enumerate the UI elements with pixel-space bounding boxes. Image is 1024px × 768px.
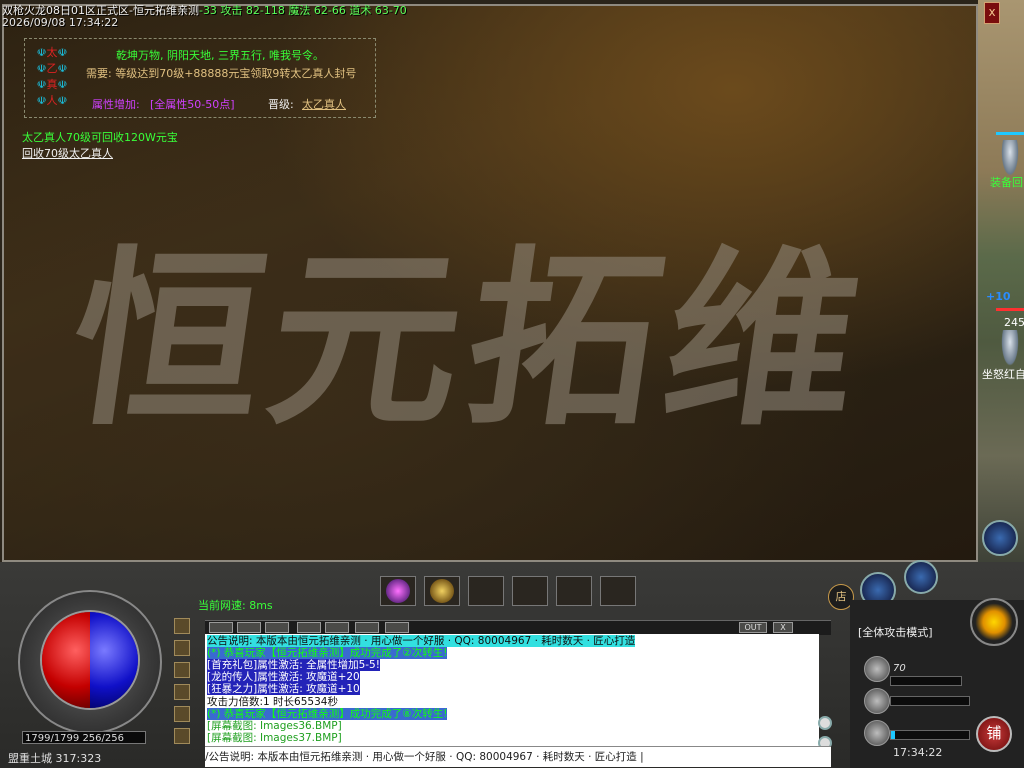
- chat-line: (*) 恭喜玩家【恒元拓维亲测】成功完成了⑧次转生!: [207, 708, 448, 720]
- emblem-glyph-icon: ☫: [36, 78, 47, 91]
- chat-tool-button[interactable]: [385, 622, 409, 633]
- chat-line: (*) 恭喜玩家【恒元拓维亲测】成功完成了②次转生!: [207, 647, 448, 659]
- title-emblem: ☫太☫ ☫乙☫ ☫真☫ ☫人☫: [32, 44, 72, 110]
- chat-channel-button[interactable]: [174, 618, 190, 634]
- recycle-link[interactable]: 回收70级太乙真人: [22, 145, 113, 161]
- mp-orb-half: [90, 612, 138, 708]
- banner-calligraphy: 恒元拓维: [57, 228, 882, 451]
- experience-bar: [890, 696, 970, 706]
- level-bar: [890, 676, 962, 686]
- emblem-glyph-icon: ☫: [57, 94, 68, 107]
- chat-line: [首充礼包]属性激活: 全属性增加5-5!: [207, 659, 380, 671]
- quick-slot-2[interactable]: [424, 576, 460, 606]
- chat-channel-button[interactable]: [174, 706, 190, 722]
- chat-line: 公告说明: 本版本由恒元拓维亲测 · 用心做一个好服 · QQ: 8000496…: [207, 635, 636, 647]
- shop-button[interactable]: 铺: [976, 716, 1012, 752]
- emblem-glyph-icon: ☫: [57, 46, 68, 59]
- quick-slot-3[interactable]: [468, 576, 504, 606]
- level-icon[interactable]: [864, 656, 890, 682]
- player-figure[interactable]: [1000, 330, 1020, 370]
- character-stats: -33 攻击 82-118 魔法 62-66 道术 63-70: [198, 4, 407, 17]
- chat-line: 攻击力倍数:1 时长65534秒: [207, 696, 338, 708]
- experience-icon[interactable]: [864, 688, 890, 714]
- date-time: 2026/09/08 17:34:22: [2, 16, 119, 29]
- weight-bar: [890, 730, 970, 740]
- chat-line: [屏幕截图: Images37.BMP]: [207, 732, 342, 744]
- attr-value: [全属性50-50点]: [150, 98, 235, 111]
- quick-slot-6[interactable]: [600, 576, 636, 606]
- weight-icon[interactable]: [864, 720, 890, 746]
- net-speed: 当前网速: 8ms: [198, 599, 273, 612]
- quick-slot-5[interactable]: [556, 576, 592, 606]
- emblem-char: 太: [46, 46, 58, 59]
- promote-link[interactable]: 太乙真人: [302, 96, 346, 112]
- emblem-char: 人: [46, 94, 58, 107]
- close-button[interactable]: x: [984, 2, 1000, 24]
- player-level: 70: [893, 663, 906, 674]
- hp-mp-orb: [40, 610, 140, 710]
- attr-label: 属性增加:: [92, 98, 140, 111]
- chat-scroll-up-icon[interactable]: [818, 716, 832, 730]
- chat-line: [屏幕截图: Images36.BMP]: [207, 720, 342, 732]
- chat-line: [狂暴之力]属性激活: 攻魔道+10: [207, 683, 360, 695]
- recycle-note: 太乙真人70级可回收120W元宝: [22, 131, 178, 144]
- chat-line: [龙的传人]属性激活: 攻魔道+20: [207, 671, 360, 683]
- chat-input[interactable]: /公告说明: 本版本由恒元拓维亲测 · 用心做一个好服 · QQ: 800049…: [205, 746, 831, 767]
- game-world-view[interactable]: 装备回 +10 245 坐怒红自: [978, 0, 1024, 570]
- chat-tool-button[interactable]: [209, 622, 233, 633]
- emblem-char: 真: [46, 78, 58, 91]
- guild-icon[interactable]: [904, 560, 938, 594]
- hp-mp-readout: 1799/1799 256/256: [22, 731, 146, 744]
- title-description: 乾坤万物, 阴阳天地, 三界五行, 唯我号令。: [116, 49, 324, 62]
- emblem-glyph-icon: ☫: [57, 62, 68, 75]
- chat-close-button[interactable]: X: [773, 622, 793, 633]
- chat-log: 公告说明: 本版本由恒元拓维亲测 · 用心做一个好服 · QQ: 8000496…: [205, 634, 819, 746]
- player-level-number: 245: [1004, 316, 1024, 329]
- player-health-bar: [996, 308, 1024, 311]
- npc-name-tag: 装备回: [990, 176, 1023, 189]
- emblem-char: 乙: [46, 62, 58, 75]
- potion-icon: [386, 579, 410, 603]
- emblem-glyph-icon: ☫: [57, 78, 68, 91]
- emblem-glyph-icon: ☫: [36, 94, 47, 107]
- chat-channel-button[interactable]: [174, 640, 190, 656]
- attack-mode-label[interactable]: [全体攻击模式]: [858, 624, 933, 640]
- chat-toolbar: OUT X: [205, 620, 831, 635]
- chat-out-button[interactable]: OUT: [739, 622, 767, 633]
- emblem-glyph-icon: ☫: [36, 46, 47, 59]
- chat-tool-button[interactable]: [237, 622, 261, 633]
- game-clock: 17:34:22: [893, 746, 943, 759]
- title-requirement: 需要: 等级达到70级+88888元宝领取9转太乙真人封号: [86, 67, 357, 80]
- chat-side-buttons: [174, 618, 192, 758]
- day-night-sun-icon: [970, 598, 1018, 646]
- damage-number: +10: [986, 290, 1011, 303]
- scroll-icon: [430, 579, 454, 603]
- chat-channel-button[interactable]: [174, 728, 190, 744]
- player-name-tag: 坐怒红自: [982, 368, 1024, 381]
- promote-label: 晋级:: [268, 98, 294, 111]
- quick-slot-4[interactable]: [512, 576, 548, 606]
- map-coordinates: 盟重土城 317:323: [8, 752, 102, 765]
- chat-tool-button[interactable]: [297, 622, 321, 633]
- chat-tool-button[interactable]: [355, 622, 379, 633]
- quick-slot-1[interactable]: [380, 576, 416, 606]
- sound-icon[interactable]: [982, 520, 1018, 556]
- emblem-glyph-icon: ☫: [36, 62, 47, 75]
- chat-tool-button[interactable]: [265, 622, 289, 633]
- npc-health-bar: [996, 132, 1024, 135]
- chat-channel-button[interactable]: [174, 684, 190, 700]
- hp-orb-half: [42, 612, 90, 708]
- chat-channel-button[interactable]: [174, 662, 190, 678]
- chat-tool-button[interactable]: [325, 622, 349, 633]
